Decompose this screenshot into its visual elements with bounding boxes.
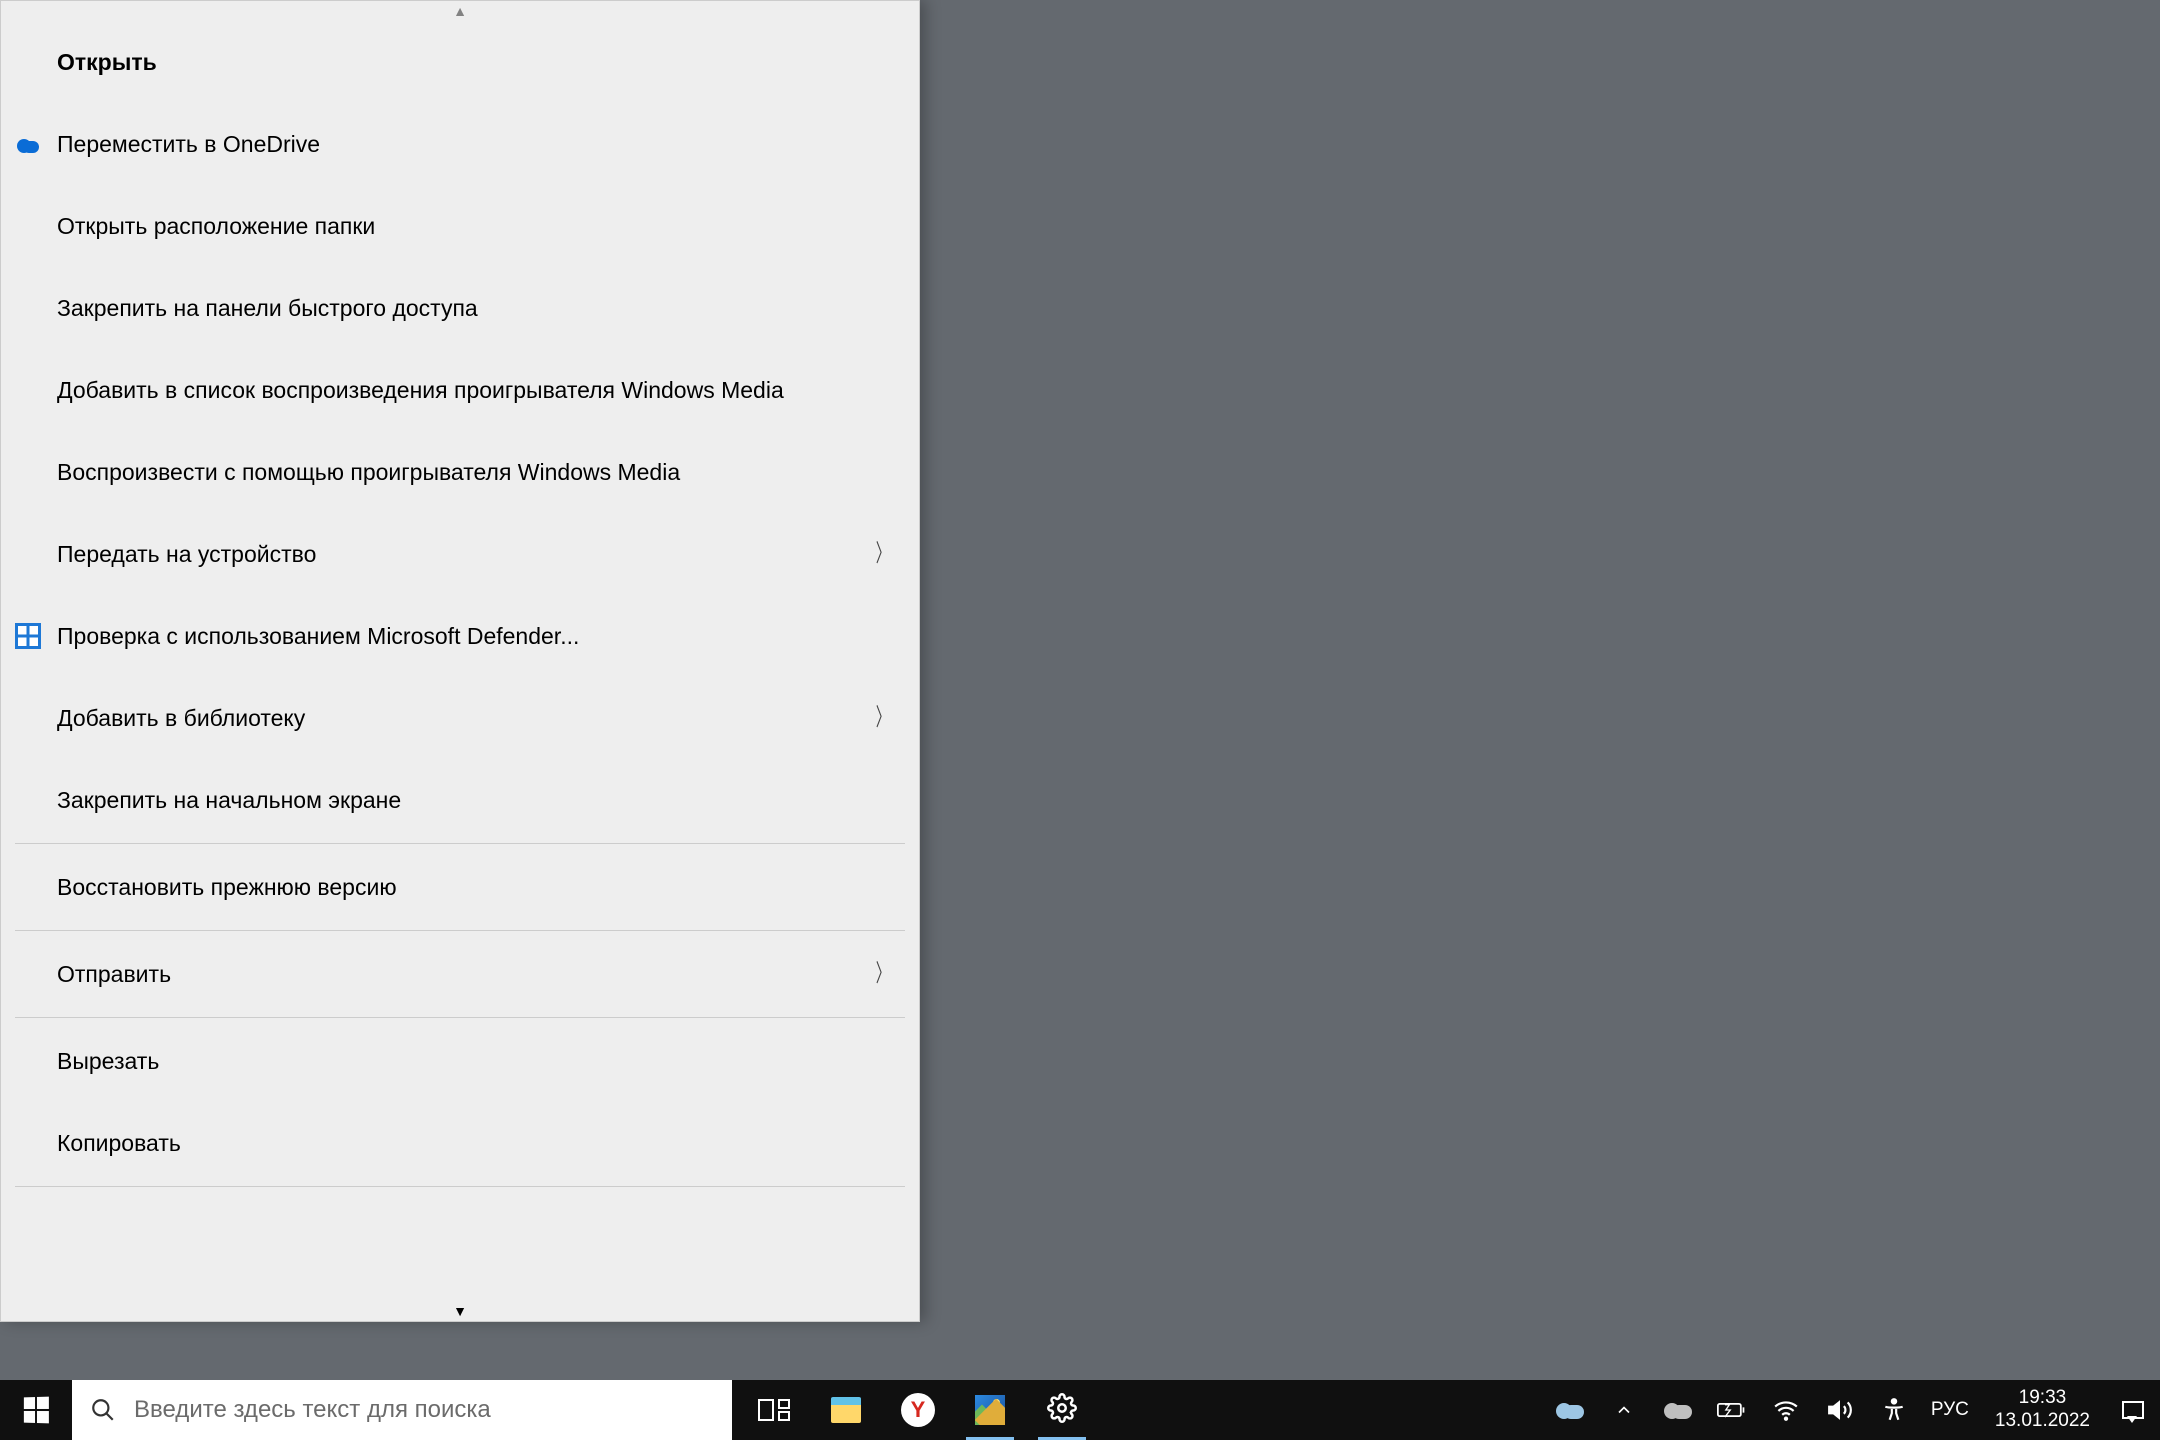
menu-item-cast-to-device[interactable]: Передать на устройство 〉: [1, 513, 919, 595]
tray-weather-icon[interactable]: [1661, 1380, 1695, 1440]
menu-separator: [15, 843, 905, 844]
menu-label: Закрепить на панели быстрого доступа: [57, 295, 895, 322]
task-view-button[interactable]: [738, 1380, 810, 1440]
menu-label: Передать на устройство: [57, 541, 871, 568]
desktop: ▲ Открыть Переместить в OneDrive Открыть…: [0, 0, 2160, 1440]
menu-item-add-to-library[interactable]: Добавить в библиотеку 〉: [1, 677, 919, 759]
menu-label: Копировать: [57, 1130, 895, 1157]
menu-item-restore-previous[interactable]: Восстановить прежнюю версию: [1, 846, 919, 928]
tray-language-indicator[interactable]: РУС: [1931, 1380, 1969, 1440]
search-placeholder: Введите здесь текст для поиска: [134, 1396, 491, 1424]
language-label: РУС: [1931, 1399, 1969, 1421]
taskbar-item-settings[interactable]: [1026, 1380, 1098, 1440]
chevron-right-icon: 〉: [876, 962, 890, 986]
tray-wifi-icon[interactable]: [1769, 1380, 1803, 1440]
chevron-up-icon: [1614, 1400, 1634, 1420]
menu-item-pin-quick-access[interactable]: Закрепить на панели быстрого доступа: [1, 267, 919, 349]
menu-label: Вырезать: [57, 1048, 895, 1075]
menu-item-copy[interactable]: Копировать: [1, 1102, 919, 1184]
menu-separator: [15, 1186, 905, 1187]
tray-clock[interactable]: 19:33 13.01.2022: [1989, 1387, 2096, 1433]
menu-items: Открыть Переместить в OneDrive Открыть р…: [1, 21, 919, 1301]
system-tray: РУС 19:33 13.01.2022: [1539, 1380, 2160, 1440]
menu-scroll-up[interactable]: ▲: [1, 1, 919, 21]
menu-item-move-to-onedrive[interactable]: Переместить в OneDrive: [1, 103, 919, 185]
menu-label: Закрепить на начальном экране: [57, 787, 895, 814]
yandex-icon: Y: [901, 1393, 935, 1427]
menu-separator: [15, 930, 905, 931]
chevron-right-icon: 〉: [876, 542, 890, 566]
start-button[interactable]: [0, 1380, 72, 1440]
action-center-icon: [2122, 1401, 2144, 1419]
tray-overflow-chevron[interactable]: [1607, 1380, 1641, 1440]
menu-item-cut[interactable]: Вырезать: [1, 1020, 919, 1102]
taskbar: Введите здесь текст для поиска Y: [0, 1380, 2160, 1440]
chevron-right-icon: 〉: [876, 706, 890, 730]
menu-label: Открыть расположение папки: [57, 213, 895, 240]
speaker-icon: [1827, 1397, 1853, 1423]
menu-label: Воспроизвести с помощью проигрывателя Wi…: [57, 459, 895, 486]
tray-onedrive-icon[interactable]: [1553, 1380, 1587, 1440]
gear-icon: [1047, 1393, 1077, 1428]
menu-separator: [15, 1017, 905, 1018]
menu-label: Добавить в библиотеку: [57, 705, 871, 732]
menu-item-play-with-wmp[interactable]: Воспроизвести с помощью проигрывателя Wi…: [1, 431, 919, 513]
file-explorer-icon: [831, 1397, 861, 1423]
tray-ease-of-access-icon[interactable]: [1877, 1380, 1911, 1440]
onedrive-icon: [15, 135, 57, 153]
tray-action-center[interactable]: [2116, 1380, 2150, 1440]
menu-item-scan-defender[interactable]: Проверка с использованием Microsoft Defe…: [1, 595, 919, 677]
menu-item-open[interactable]: Открыть: [1, 21, 919, 103]
tray-volume-icon[interactable]: [1823, 1380, 1857, 1440]
task-view-icon: [758, 1399, 790, 1421]
windows-icon: [24, 1397, 49, 1424]
wifi-icon: [1773, 1397, 1799, 1423]
defender-icon: [15, 623, 57, 649]
menu-label: Переместить в OneDrive: [57, 131, 895, 158]
taskbar-item-photos[interactable]: [954, 1380, 1026, 1440]
accessibility-icon: [1881, 1397, 1907, 1423]
tray-power-icon[interactable]: [1715, 1380, 1749, 1440]
menu-item-add-to-wmp-playlist[interactable]: Добавить в список воспроизведения проигр…: [1, 349, 919, 431]
context-menu: ▲ Открыть Переместить в OneDrive Открыть…: [0, 0, 920, 1322]
menu-item-open-folder-location[interactable]: Открыть расположение папки: [1, 185, 919, 267]
taskbar-item-yandex[interactable]: Y: [882, 1380, 954, 1440]
menu-label: Проверка с использованием Microsoft Defe…: [57, 623, 895, 650]
search-box[interactable]: Введите здесь текст для поиска: [72, 1380, 732, 1440]
search-icon: [90, 1397, 116, 1423]
battery-charging-icon: [1717, 1400, 1747, 1420]
taskbar-item-explorer[interactable]: [810, 1380, 882, 1440]
menu-label: Добавить в список воспроизведения проигр…: [57, 377, 895, 404]
clock-time: 19:33: [2019, 1387, 2067, 1410]
menu-item-send-to[interactable]: Отправить 〉: [1, 933, 919, 1015]
taskbar-apps: Y: [738, 1380, 1098, 1440]
menu-label: Восстановить прежнюю версию: [57, 874, 895, 901]
photos-icon: [975, 1395, 1005, 1425]
menu-item-pin-to-start[interactable]: Закрепить на начальном экране: [1, 759, 919, 841]
menu-label: Открыть: [57, 49, 895, 76]
clock-date: 13.01.2022: [1995, 1410, 2090, 1433]
menu-label: Отправить: [57, 961, 871, 988]
menu-scroll-down[interactable]: ▼: [1, 1301, 919, 1321]
